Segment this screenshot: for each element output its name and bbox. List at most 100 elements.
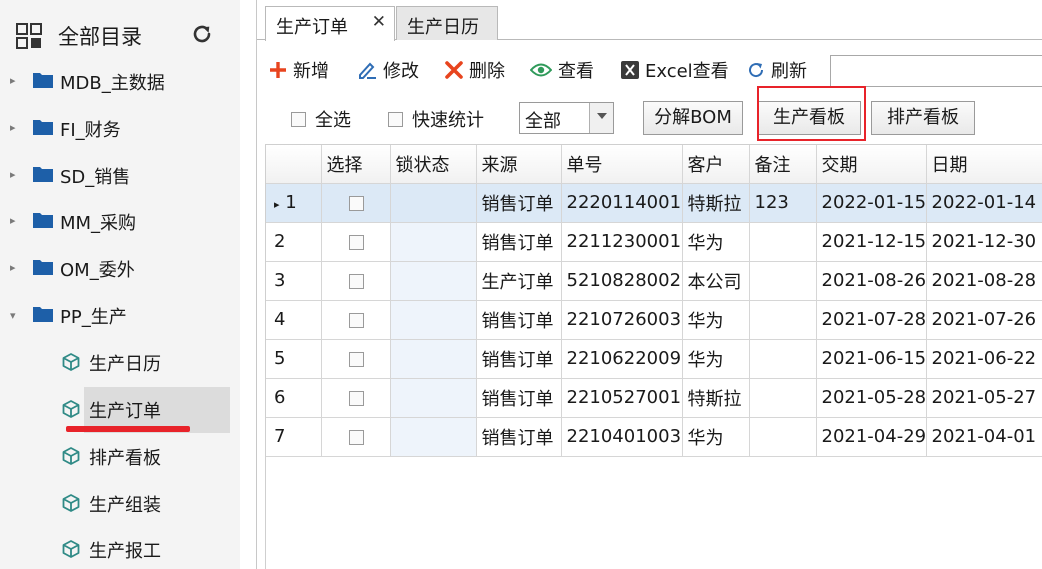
table-row[interactable]: 5 销售订单 2210622009 华为 2021-06-15 2021-06-… bbox=[266, 339, 1042, 379]
lock-status-cell bbox=[390, 222, 477, 262]
refresh-button[interactable]: 刷新 bbox=[747, 52, 807, 88]
column-header[interactable]: 日期 bbox=[926, 145, 1042, 184]
row-number: 5 bbox=[266, 339, 322, 379]
folder-icon bbox=[33, 260, 53, 275]
chevron-down-icon[interactable]: ▾ bbox=[10, 310, 20, 322]
row-checkbox[interactable] bbox=[348, 195, 364, 211]
customer-cell: 华为 bbox=[682, 222, 750, 262]
dropdown-button[interactable] bbox=[589, 103, 613, 133]
row-checkbox[interactable] bbox=[348, 429, 364, 445]
source-cell: 销售订单 bbox=[476, 378, 562, 418]
chevron-down-icon bbox=[597, 113, 607, 119]
row-checkbox[interactable] bbox=[348, 351, 364, 367]
delete-button[interactable]: 删除 bbox=[445, 52, 505, 88]
search-input[interactable] bbox=[830, 55, 1042, 87]
select-all-label: 全选 bbox=[315, 110, 351, 131]
main-panel: 生产订单 ✕ 生产日历 新增 修改 删除 查看 Excel查看 刷新 全选 快速… bbox=[256, 0, 1042, 569]
chevron-right-icon[interactable]: ▸ bbox=[10, 169, 20, 181]
order-no-cell: 2210622009 bbox=[561, 339, 683, 379]
cube-icon bbox=[62, 447, 80, 465]
schedule-kanban-button[interactable]: 排产看板 bbox=[871, 101, 975, 135]
select-cell[interactable] bbox=[321, 378, 391, 418]
quick-stats-checkbox[interactable]: 快速统计 bbox=[388, 106, 484, 132]
table-row[interactable]: 2 销售订单 2211230001 华为 2021-12-15 2021-12-… bbox=[266, 222, 1042, 262]
tree-item-label: 生产订单 bbox=[89, 401, 161, 422]
tree-item-sd[interactable]: ▸ SD_销售 bbox=[0, 153, 240, 199]
pencil-icon bbox=[359, 62, 376, 79]
cube-icon bbox=[62, 540, 80, 558]
table-row[interactable]: ▸ 1 销售订单 2220114001 特斯拉 123 2022-01-15 2… bbox=[266, 183, 1042, 223]
select-cell[interactable] bbox=[321, 261, 391, 301]
edit-button[interactable]: 修改 bbox=[357, 52, 419, 88]
chevron-right-icon[interactable]: ▸ bbox=[10, 215, 20, 227]
close-icon[interactable]: ✕ bbox=[372, 12, 386, 32]
chevron-right-icon[interactable]: ▸ bbox=[10, 75, 20, 87]
date-cell: 2021-08-28 bbox=[926, 261, 1042, 301]
source-cell: 销售订单 bbox=[476, 222, 562, 262]
refresh-icon[interactable] bbox=[190, 22, 214, 46]
chevron-right-icon[interactable]: ▸ bbox=[10, 122, 20, 134]
select-cell[interactable] bbox=[321, 417, 391, 457]
select-cell[interactable] bbox=[321, 183, 391, 223]
table-row[interactable]: 7 销售订单 2210401003 华为 2021-04-29 2021-04-… bbox=[266, 417, 1042, 457]
add-button[interactable]: 新增 bbox=[269, 52, 329, 88]
due-date-cell: 2022-01-15 bbox=[816, 183, 927, 223]
row-checkbox[interactable] bbox=[348, 234, 364, 250]
select-cell[interactable] bbox=[321, 222, 391, 262]
lock-status-cell bbox=[390, 261, 477, 301]
column-header[interactable]: 单号 bbox=[561, 145, 683, 184]
delete-x-icon bbox=[445, 61, 463, 79]
tab-production-calendar[interactable]: 生产日历 bbox=[396, 6, 498, 40]
select-cell[interactable] bbox=[321, 339, 391, 379]
tree-item-label: FI_财务 bbox=[60, 120, 121, 141]
row-number: ▸ 1 bbox=[266, 183, 322, 223]
tree-item-fi[interactable]: ▸ FI_财务 bbox=[0, 106, 240, 152]
tree-item-schedule-board[interactable]: 排产看板 bbox=[0, 434, 240, 480]
tab-label: 生产日历 bbox=[407, 17, 479, 38]
row-number: 2 bbox=[266, 222, 322, 262]
column-header[interactable]: 交期 bbox=[816, 145, 927, 184]
table-row[interactable]: 4 销售订单 2210726003 华为 2021-07-28 2021-07-… bbox=[266, 300, 1042, 340]
column-header[interactable]: 来源 bbox=[476, 145, 562, 184]
table-row[interactable]: 6 销售订单 2210527001 特斯拉 2021-05-28 2021-05… bbox=[266, 378, 1042, 418]
folder-icon bbox=[33, 167, 53, 182]
order-no-cell: 2210527001 bbox=[561, 378, 683, 418]
tree-item-mm[interactable]: ▸ MM_采购 bbox=[0, 199, 240, 245]
tab-production-order[interactable]: 生产订单 ✕ bbox=[265, 6, 395, 41]
column-header[interactable]: 客户 bbox=[682, 145, 750, 184]
view-button[interactable]: 查看 bbox=[530, 52, 594, 88]
select-all-checkbox[interactable]: 全选 bbox=[291, 106, 351, 132]
tree-item-om[interactable]: ▸ OM_委外 bbox=[0, 246, 240, 292]
column-header[interactable]: 备注 bbox=[749, 145, 817, 184]
filter-bar: 全选 快速统计 全部 分解BOM 生产看板 排产看板 bbox=[257, 98, 1042, 142]
filter-combo[interactable]: 全部 bbox=[519, 102, 614, 134]
excel-view-button[interactable]: Excel查看 bbox=[621, 52, 729, 88]
tree-item-production-calendar[interactable]: 生产日历 bbox=[0, 340, 240, 386]
tree-item-label: OM_委外 bbox=[60, 260, 135, 281]
select-cell[interactable] bbox=[321, 300, 391, 340]
tree-item-mdb[interactable]: ▸ MDB_主数据 bbox=[0, 59, 240, 105]
tree-item-assembly[interactable]: 生产组装 bbox=[0, 481, 240, 527]
row-checkbox[interactable] bbox=[348, 390, 364, 406]
date-cell: 2021-06-22 bbox=[926, 339, 1042, 379]
column-header[interactable]: 锁状态 bbox=[390, 145, 477, 184]
tree-item-label: PP_生产 bbox=[60, 307, 127, 328]
table-row[interactable]: 3 生产订单 5210828002 本公司 2021-08-26 2021-08… bbox=[266, 261, 1042, 301]
tree-item-work-report[interactable]: 生产报工 bbox=[0, 527, 240, 569]
tab-label: 生产订单 bbox=[276, 17, 348, 38]
tree-item-pp[interactable]: ▾ PP_生产 bbox=[0, 293, 240, 339]
edit-label: 修改 bbox=[383, 61, 419, 82]
note-cell: 123 bbox=[749, 183, 817, 223]
row-checkbox[interactable] bbox=[348, 273, 364, 289]
checkbox[interactable] bbox=[388, 111, 403, 127]
plus-icon bbox=[270, 62, 286, 78]
row-number: 7 bbox=[266, 417, 322, 457]
view-label: 查看 bbox=[558, 61, 594, 82]
checkbox[interactable] bbox=[291, 111, 306, 127]
column-header[interactable]: 选择 bbox=[321, 145, 391, 184]
date-cell: 2022-01-14 bbox=[926, 183, 1042, 223]
row-checkbox[interactable] bbox=[348, 312, 364, 328]
explode-bom-button[interactable]: 分解BOM bbox=[643, 101, 743, 135]
chevron-right-icon[interactable]: ▸ bbox=[10, 262, 20, 274]
folder-icon bbox=[33, 213, 53, 228]
